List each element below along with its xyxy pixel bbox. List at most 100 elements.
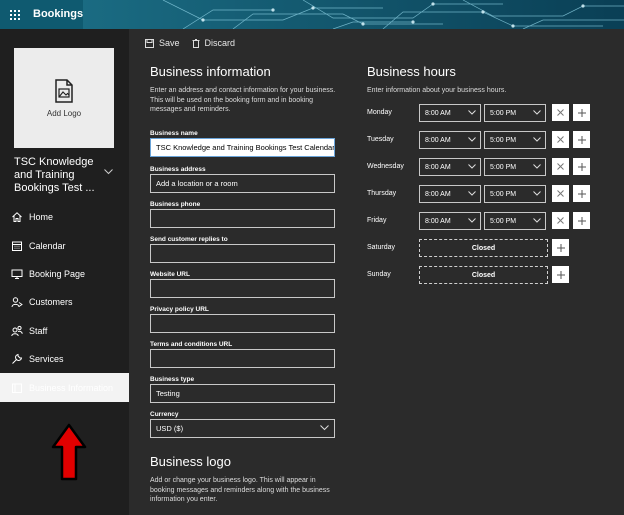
plus-icon xyxy=(577,162,586,171)
main-content: Save Discard Business information Enter … xyxy=(129,29,624,515)
business-logo-title: Business logo xyxy=(150,454,231,469)
start-time-select-thursday[interactable]: 8:00 AM xyxy=(419,185,481,203)
end-time-select-monday[interactable]: 5:00 PM xyxy=(484,104,546,122)
save-button[interactable]: Save xyxy=(145,38,180,48)
remove-hours-button-thursday[interactable] xyxy=(552,185,569,202)
sidebar-item-services[interactable]: Services xyxy=(0,345,129,373)
chevron-down-icon xyxy=(468,137,476,142)
start-time-select-wednesday[interactable]: 8:00 AM xyxy=(419,158,481,176)
day-label-sunday: Sunday xyxy=(367,271,391,278)
add-hours-button-thursday[interactable] xyxy=(573,185,590,202)
start-time-select-friday[interactable]: 8:00 AM xyxy=(419,212,481,230)
close-icon xyxy=(557,190,564,197)
sidebar-item-home[interactable]: Home xyxy=(0,203,129,231)
add-hours-button-monday[interactable] xyxy=(573,104,590,121)
add-hours-button-saturday[interactable] xyxy=(552,239,569,256)
chevron-down-icon xyxy=(468,191,476,196)
business-information-title: Business information xyxy=(150,64,271,79)
remove-hours-button-tuesday[interactable] xyxy=(552,131,569,148)
business-type-label: Business type xyxy=(150,376,195,383)
currency-label: Currency xyxy=(150,411,179,418)
end-time-select-thursday[interactable]: 5:00 PM xyxy=(484,185,546,203)
chevron-down-icon xyxy=(533,191,541,196)
start-time-value: 8:00 AM xyxy=(425,109,451,117)
plus-icon xyxy=(577,108,586,117)
sidebar-item-business-information[interactable]: Business Information xyxy=(0,373,129,402)
plus-icon xyxy=(577,216,586,225)
terms-url-input[interactable] xyxy=(150,349,335,368)
remove-hours-button-wednesday[interactable] xyxy=(552,158,569,175)
waffle-icon xyxy=(9,9,20,20)
sidebar: Add Logo TSC Knowledge and Training Book… xyxy=(0,29,129,515)
add-hours-button-friday[interactable] xyxy=(573,212,590,229)
chevron-down-icon xyxy=(533,110,541,115)
app-launcher-button[interactable] xyxy=(0,0,29,29)
sidebar-item-label: Staff xyxy=(29,325,48,336)
business-type-input[interactable]: Testing xyxy=(150,384,335,403)
save-icon xyxy=(145,38,154,48)
business-name-input[interactable]: TSC Knowledge and Training Bookings Test… xyxy=(150,138,335,157)
add-hours-button-sunday[interactable] xyxy=(552,266,569,283)
start-time-select-tuesday[interactable]: 8:00 AM xyxy=(419,131,481,149)
add-hours-button-tuesday[interactable] xyxy=(573,131,590,148)
business-phone-input[interactable] xyxy=(150,209,335,228)
start-time-value: 8:00 AM xyxy=(425,190,451,198)
customer-replies-input[interactable] xyxy=(150,244,335,263)
chevron-down-icon xyxy=(468,218,476,223)
close-icon xyxy=(557,109,564,116)
discard-label: Discard xyxy=(204,38,236,48)
sidebar-item-customers[interactable]: Customers xyxy=(0,288,129,316)
chevron-down-icon[interactable] xyxy=(104,169,113,175)
day-label-wednesday: Wednesday xyxy=(367,163,404,170)
chevron-down-icon xyxy=(468,110,476,115)
monitor-icon xyxy=(11,268,23,280)
plus-icon xyxy=(577,135,586,144)
close-icon xyxy=(557,136,564,143)
remove-hours-button-friday[interactable] xyxy=(552,212,569,229)
add-logo-button[interactable]: Add Logo xyxy=(14,48,114,148)
sidebar-item-staff[interactable]: Staff xyxy=(0,317,129,345)
start-time-select-monday[interactable]: 8:00 AM xyxy=(419,104,481,122)
remove-hours-button-monday[interactable] xyxy=(552,104,569,121)
website-url-input[interactable] xyxy=(150,279,335,298)
day-label-thursday: Thursday xyxy=(367,190,397,197)
start-time-value: 8:00 AM xyxy=(425,217,451,225)
end-time-value: 5:00 PM xyxy=(490,217,517,225)
add-hours-button-wednesday[interactable] xyxy=(573,158,590,175)
end-time-value: 5:00 PM xyxy=(490,163,517,171)
end-time-select-wednesday[interactable]: 5:00 PM xyxy=(484,158,546,176)
end-time-value: 5:00 PM xyxy=(490,190,517,198)
add-logo-label: Add Logo xyxy=(46,108,82,118)
website-url-label: Website URL xyxy=(150,271,190,278)
top-bar: Bookings xyxy=(0,0,624,29)
sidebar-item-calendar[interactable]: Calendar xyxy=(0,231,129,259)
business-hours-title: Business hours xyxy=(367,64,456,79)
business-name-label: Business name xyxy=(150,130,198,137)
currency-select[interactable]: USD ($) xyxy=(150,419,335,438)
customers-icon xyxy=(11,296,23,308)
home-icon xyxy=(11,211,23,223)
end-time-select-tuesday[interactable]: 5:00 PM xyxy=(484,131,546,149)
business-information-description: Enter an address and contact information… xyxy=(150,87,336,113)
plus-icon xyxy=(556,243,565,252)
business-address-input[interactable]: Add a location or a room xyxy=(150,174,335,193)
plus-icon xyxy=(556,270,565,279)
end-time-select-friday[interactable]: 5:00 PM xyxy=(484,212,546,230)
privacy-policy-url-input[interactable] xyxy=(150,314,335,333)
chevron-down-icon xyxy=(468,164,476,169)
sidebar-item-label: Customers xyxy=(29,297,73,308)
business-name-selector[interactable]: TSC Knowledge and Training Bookings Test… xyxy=(14,156,104,195)
building-icon xyxy=(11,382,23,394)
plus-icon xyxy=(577,189,586,198)
sidebar-item-label: Calendar xyxy=(29,240,66,251)
discard-button[interactable]: Discard xyxy=(192,38,236,48)
circuit-banner-image xyxy=(83,0,624,29)
wrench-icon xyxy=(11,353,23,365)
sidebar-item-label: Booking Page xyxy=(29,268,86,279)
sidebar-item-label: Services xyxy=(29,354,64,365)
sidebar-item-booking-page[interactable]: Booking Page xyxy=(0,260,129,288)
closed-toggle-saturday[interactable]: Closed xyxy=(419,239,548,257)
closed-toggle-sunday[interactable]: Closed xyxy=(419,266,548,284)
app-title: Bookings xyxy=(33,8,84,20)
business-logo-description: Add or change your business logo. This w… xyxy=(150,477,330,503)
